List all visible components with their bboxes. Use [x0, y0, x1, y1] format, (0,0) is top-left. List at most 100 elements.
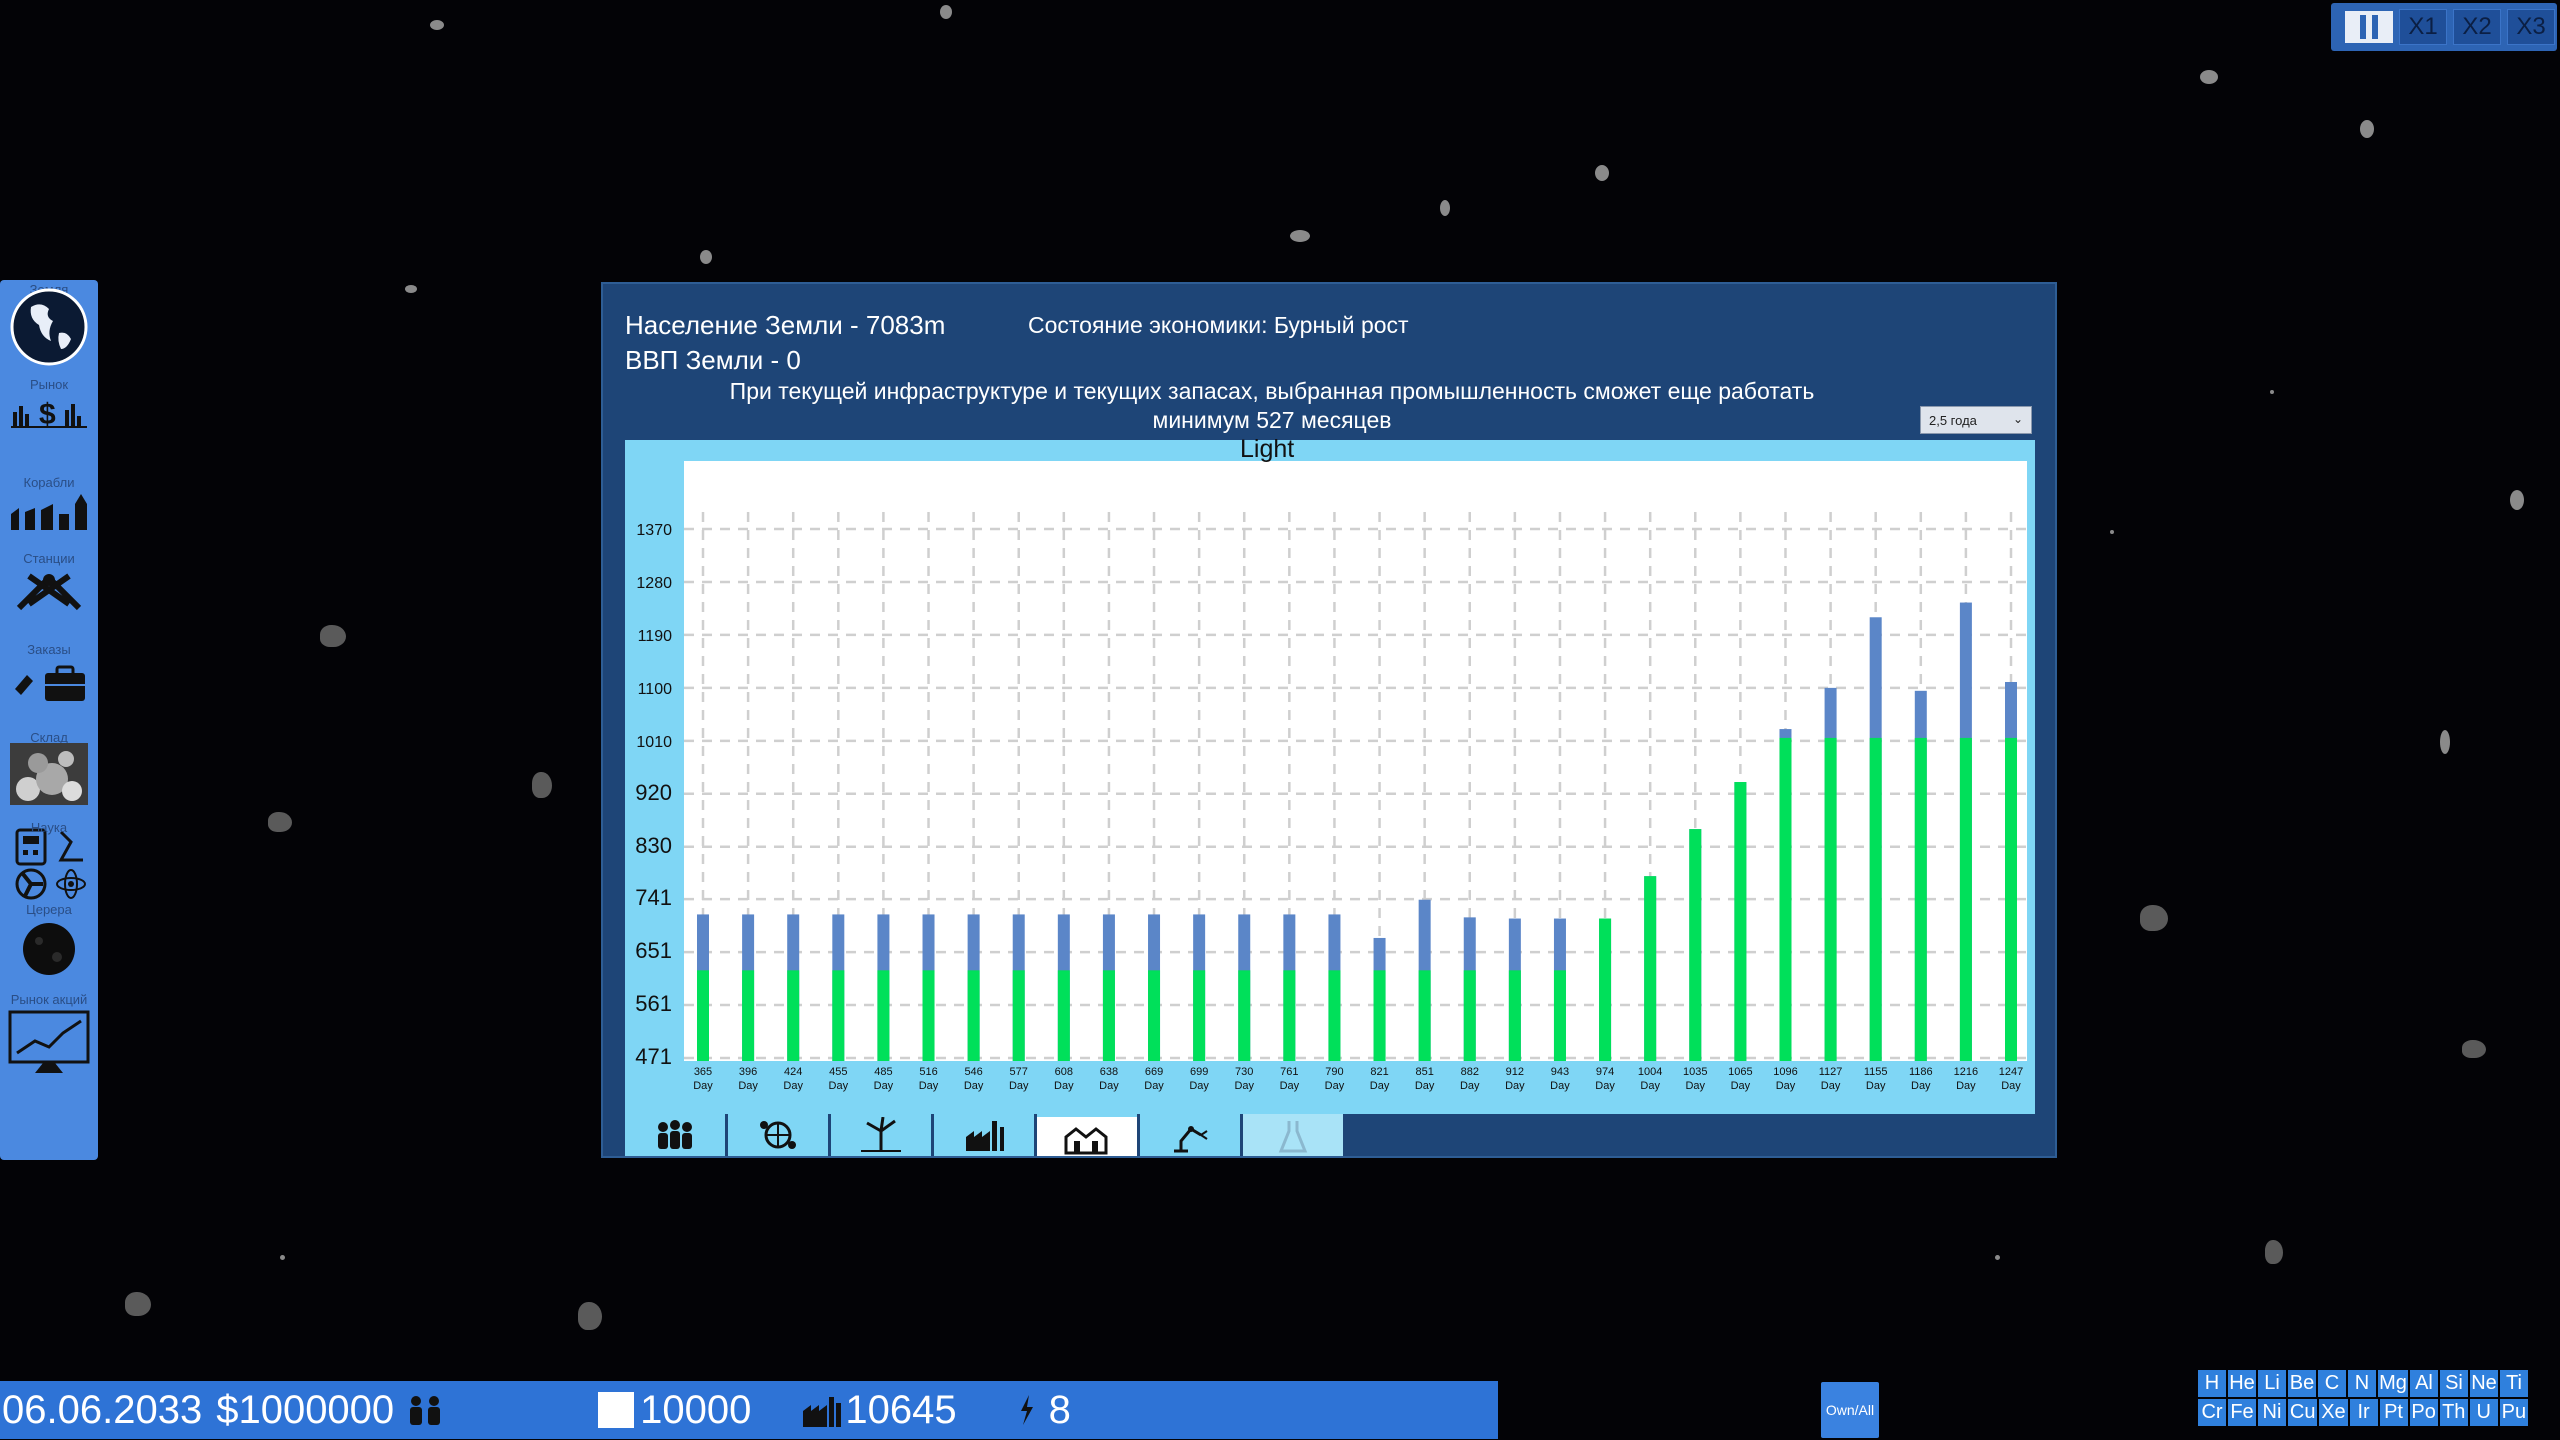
element-button-he[interactable]: He [2228, 1370, 2256, 1397]
tab-heavy-industry[interactable] [934, 1114, 1034, 1156]
money-value: $1000000 [216, 1387, 395, 1432]
chart-title: Light [1240, 435, 1295, 463]
pause-button[interactable] [2345, 11, 2393, 43]
speed-x2-button[interactable]: X2 [2453, 9, 2501, 45]
element-button-cu[interactable]: Cu [2288, 1399, 2318, 1426]
tab-agriculture[interactable] [728, 1114, 828, 1156]
tab-light-industry[interactable] [1037, 1114, 1137, 1156]
element-button-xe[interactable]: Xe [2319, 1399, 2348, 1426]
element-selector: H He Li Be C N Mg Al Si Ne Ti Cr Fe Ni Cu Xe Ir Pt Po Th U P… [2198, 1370, 2528, 1428]
market-icon: $ [0, 394, 98, 430]
resource2-value: 10645 [845, 1387, 957, 1432]
stock-market-icon [0, 1009, 98, 1075]
sidebar-item-market[interactable]: Рынок $ [0, 377, 98, 430]
element-button-cr[interactable]: Cr [2198, 1399, 2226, 1426]
asteroid [2360, 120, 2374, 138]
sidebar-item-orders[interactable]: Заказы [0, 642, 98, 703]
element-button-pt[interactable]: Pt [2379, 1399, 2408, 1426]
agriculture-icon [760, 1121, 796, 1149]
tab-population[interactable] [625, 1114, 725, 1156]
asteroid [940, 5, 952, 19]
ships-icon [0, 492, 98, 532]
asteroid [268, 812, 292, 832]
resource-box-icon [598, 1392, 635, 1428]
ceres-icon [0, 919, 98, 979]
warehouse-icon [0, 739, 98, 807]
tab-energy[interactable] [831, 1114, 931, 1156]
robotics-icon [1174, 1126, 1208, 1153]
element-button-h[interactable]: H [2198, 1370, 2226, 1397]
asteroid [320, 625, 346, 647]
element-button-th[interactable]: Th [2439, 1399, 2468, 1426]
sidebar-item-label: Церера [26, 902, 72, 917]
element-button-ti[interactable]: Ti [2500, 1370, 2528, 1397]
element-button-mg[interactable]: Mg [2378, 1370, 2408, 1397]
asteroid [2140, 905, 2168, 931]
pause-icon [2360, 15, 2366, 39]
heavy-industry-icon [966, 1121, 1004, 1151]
sidebar-item-ships[interactable]: Корабли [0, 475, 98, 532]
game-date: 06.06.2033 [2, 1387, 203, 1432]
asteroid [2462, 1040, 2486, 1058]
sidebar-item-science[interactable]: Наука [0, 820, 98, 902]
asteroid [2265, 1240, 2283, 1264]
asteroid [578, 1302, 602, 1330]
lightning-icon [1017, 1393, 1037, 1427]
light-industry-icon [1064, 1126, 1108, 1154]
population-label: Население Земли - 7083m [625, 310, 946, 340]
star [2270, 390, 2274, 394]
period-dropdown[interactable]: 2,5 года ⌄ [1920, 406, 2032, 434]
sidebar-item-earth[interactable]: Земля [0, 282, 98, 367]
element-button-be[interactable]: Be [2288, 1370, 2316, 1397]
element-button-ni[interactable]: Ni [2258, 1399, 2286, 1426]
sidebar-item-label: Заказы [27, 642, 71, 657]
asteroid [2510, 490, 2524, 510]
element-button-al[interactable]: Al [2410, 1370, 2438, 1397]
population-icon [658, 1120, 692, 1149]
research-icon [1278, 1121, 1308, 1153]
asteroid [125, 1292, 151, 1316]
asteroid [2200, 70, 2218, 84]
sidebar-item-stations[interactable]: Станции [0, 551, 98, 612]
status-bar: 06.06.2033 $1000000 10000 10645 8 [0, 1381, 1498, 1439]
period-dropdown-value: 2,5 года [1929, 412, 1977, 428]
own-all-toggle-button[interactable]: Own/All [1821, 1382, 1879, 1438]
sidebar-item-stock-market[interactable]: Рынок акций [0, 992, 98, 1075]
star [1995, 1255, 2000, 1260]
earth-icon [0, 287, 98, 367]
sidebar-item-warehouse[interactable]: Склад [0, 730, 98, 807]
element-button-ir[interactable]: Ir [2349, 1399, 2378, 1426]
element-button-u[interactable]: U [2469, 1399, 2498, 1426]
speed-x1-button[interactable]: X1 [2399, 9, 2447, 45]
element-button-po[interactable]: Po [2409, 1399, 2438, 1426]
gdp-label: ВВП Земли - 0 [625, 345, 801, 375]
element-button-fe[interactable]: Fe [2228, 1399, 2256, 1426]
left-sidebar: Земля Рынок $ Корабли Станции Заказы Скл… [0, 280, 98, 1160]
tab-robotics[interactable] [1140, 1114, 1240, 1156]
asteroid [1595, 165, 1609, 181]
element-button-li[interactable]: Li [2258, 1370, 2286, 1397]
orders-icon [0, 659, 98, 703]
resource1-value: 10000 [640, 1387, 752, 1432]
industry-tabs [625, 1114, 1346, 1156]
sidebar-item-label: Станции [23, 551, 75, 566]
element-row: H He Li Be C N Mg Al Si Ne Ti [2198, 1370, 2528, 1397]
plot-area [684, 461, 2027, 1061]
speed-x3-button[interactable]: X3 [2507, 9, 2555, 45]
sidebar-item-label: Рынок [29, 377, 69, 392]
asteroid [1440, 200, 1450, 216]
asteroid [532, 772, 552, 798]
svg-text:$: $ [39, 398, 56, 430]
sidebar-item-ceres[interactable]: Церера [0, 902, 98, 979]
element-button-pu[interactable]: Pu [2499, 1399, 2528, 1426]
element-button-n[interactable]: N [2348, 1370, 2376, 1397]
energy-value: 8 [1048, 1387, 1071, 1432]
element-button-c[interactable]: C [2318, 1370, 2346, 1397]
tab-research[interactable] [1243, 1114, 1343, 1156]
element-button-si[interactable]: Si [2440, 1370, 2468, 1397]
factory-icon [801, 1393, 843, 1427]
stations-icon [0, 568, 98, 612]
element-button-ne[interactable]: Ne [2470, 1370, 2498, 1397]
speed-controls: X1 X2 X3 [2331, 3, 2557, 51]
star [280, 1255, 285, 1260]
